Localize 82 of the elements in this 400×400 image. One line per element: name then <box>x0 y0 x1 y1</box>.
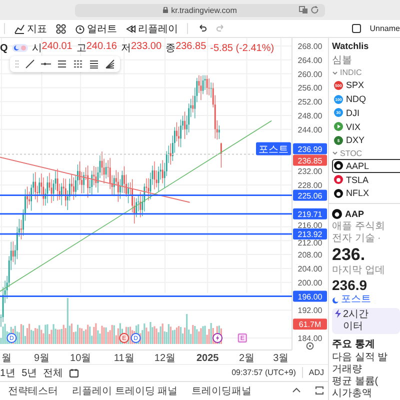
price-level-label: 213.92 <box>293 228 327 240</box>
price-level-label: 196.00 <box>293 290 327 302</box>
column-header: 심볼 <box>332 54 353 67</box>
price-tick: 248.00 <box>298 112 322 121</box>
symbol-text: SPX <box>346 80 364 90</box>
symbol-text: DJI <box>346 108 360 118</box>
price-tick: 228.00 <box>298 181 322 190</box>
time-label: 3월 <box>273 353 289 364</box>
price-tick: 244.00 <box>298 125 322 134</box>
notice-text: 이터 <box>343 321 364 334</box>
range-button[interactable]: 전체 <box>43 366 64 380</box>
watchlist-item[interactable]: VIX <box>332 120 400 134</box>
stat-label: 다음 실적 발 <box>332 352 389 364</box>
stat-label: 거래량 <box>332 364 363 376</box>
stat-label: 평균 볼륨( <box>332 376 380 388</box>
clock-time: 09:37:57 (UTC+9) <box>232 368 296 378</box>
range-button[interactable]: 1년 <box>0 366 16 380</box>
panel-tab[interactable]: 전략테스터 <box>8 384 58 398</box>
price-level-label: 225.06 <box>293 190 327 201</box>
ohlc-value: 저233.00 <box>120 41 162 55</box>
post-market-price: 236.99 <box>293 143 327 154</box>
time-label: 2025 <box>196 353 219 364</box>
section-title[interactable]: STOC <box>340 148 362 158</box>
symbol-name[interactable]: Q <box>0 42 8 54</box>
url-text: kr.tradingview.com <box>171 6 237 14</box>
price-tick: 260.00 <box>298 70 322 79</box>
post-market-value: 236.9 <box>332 277 368 294</box>
section-title[interactable]: INDIC <box>340 68 362 78</box>
watchlist-item[interactable]: TSLA <box>332 172 400 187</box>
watchlist-item[interactable]: AAPL <box>332 159 400 173</box>
symbol-title: AAP <box>345 209 364 220</box>
price-tick: 256.00 <box>298 84 322 93</box>
time-label: 10월 <box>70 353 92 364</box>
price-tick: 252.00 <box>298 98 322 107</box>
price-tick: 232.00 <box>298 167 322 176</box>
symbol-text: VIX <box>346 122 361 132</box>
stats-title: 주요 통계 <box>332 338 376 352</box>
notice-text: 2시간 <box>343 309 369 322</box>
price-tick: 216.00 <box>298 220 322 230</box>
price-tick: 184.00 <box>298 334 322 343</box>
price-tick: 268.00 <box>298 42 322 51</box>
price-value: 236. <box>332 245 366 266</box>
ohlc-value: 종236.85 <box>166 41 206 55</box>
symbol-text: NDQ <box>346 94 366 104</box>
volume-label: 61.7M <box>293 318 327 330</box>
post-market-label: 포스트 <box>256 142 291 156</box>
toolbar-button[interactable]: 지표 <box>14 22 47 36</box>
layout-name[interactable]: Unname <box>370 24 400 33</box>
toolbar-button[interactable]: 얼러트 <box>75 22 117 36</box>
ohlc-value: 시240.01 <box>32 41 72 55</box>
adjust-button[interactable]: ADJ <box>308 368 324 378</box>
time-label: 11월 <box>114 353 134 364</box>
last-price-label: 236.85 <box>293 154 327 166</box>
watchlist-title: Watchlis <box>332 40 370 53</box>
panel-tab[interactable]: 트레이딩패널 <box>192 384 252 398</box>
watchlist-item[interactable]: NFLX <box>332 186 400 200</box>
time-label: 2월 <box>238 353 255 364</box>
stat-label: 시가총액 <box>332 388 373 400</box>
price-tick: 264.00 <box>298 56 322 65</box>
time-label: 9월 <box>34 353 50 364</box>
price-change: -5.85 (-2.41%) <box>210 42 274 54</box>
price-tick: 212.00 <box>298 238 322 248</box>
update-text: 마지막 업데 <box>332 265 386 278</box>
ohlc-value: 고240.16 <box>76 41 117 55</box>
symbol-text: TSLA <box>346 174 369 185</box>
company-name: 애플 주식회 <box>332 221 386 234</box>
range-button[interactable]: 5년 <box>22 366 38 380</box>
panel-tab[interactable]: 리플레이 트레이딩 패널 <box>72 384 178 398</box>
symbol-text: DXY <box>346 135 365 146</box>
price-level-label: 219.71 <box>293 208 327 220</box>
price-tick: 200.00 <box>298 278 322 288</box>
price-tick: 204.00 <box>298 264 322 274</box>
post-market-label: 포스트 <box>341 294 371 306</box>
price-tick: 208.00 <box>298 250 322 260</box>
sector-text: 전자 기술 · <box>332 233 382 246</box>
symbol-text: NFLX <box>346 188 370 198</box>
time-label: 12월 <box>154 353 176 364</box>
price-tick: 192.00 <box>298 306 322 316</box>
address-bar[interactable]: kr.tradingview.com <box>75 4 325 16</box>
symbol-text: AAPL <box>346 160 370 171</box>
time-label: 월 <box>1 353 12 364</box>
toolbar-button[interactable]: 리플레이 <box>126 22 178 36</box>
